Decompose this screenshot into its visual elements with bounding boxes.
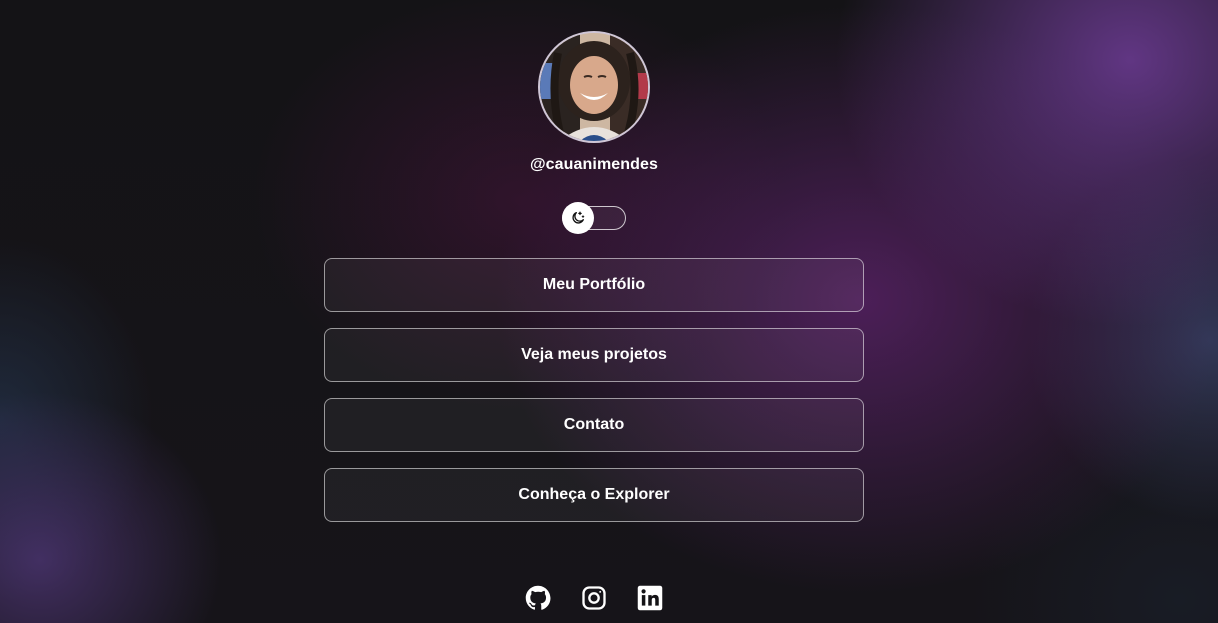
instagram-icon[interactable]	[580, 584, 608, 612]
social-links	[524, 584, 664, 612]
links-list: Meu Portfólio Veja meus projetos Contato…	[324, 258, 864, 538]
theme-toggle[interactable]	[562, 202, 626, 234]
page-container: @cauanimendes Meu Portfólio Veja meus pr…	[0, 0, 1218, 623]
avatar	[538, 31, 650, 143]
toggle-knob[interactable]	[562, 202, 594, 234]
link-conheca-o-explorer[interactable]: Conheça o Explorer	[324, 468, 864, 522]
username: @cauanimendes	[529, 156, 659, 173]
link-meu-portfolio[interactable]: Meu Portfólio	[324, 258, 864, 312]
link-contato[interactable]: Contato	[324, 398, 864, 452]
github-icon[interactable]	[524, 584, 552, 612]
linkedin-icon[interactable]	[636, 584, 664, 612]
link-veja-meus-projetos[interactable]: Veja meus projetos	[324, 328, 864, 382]
moon-icon	[572, 211, 585, 224]
